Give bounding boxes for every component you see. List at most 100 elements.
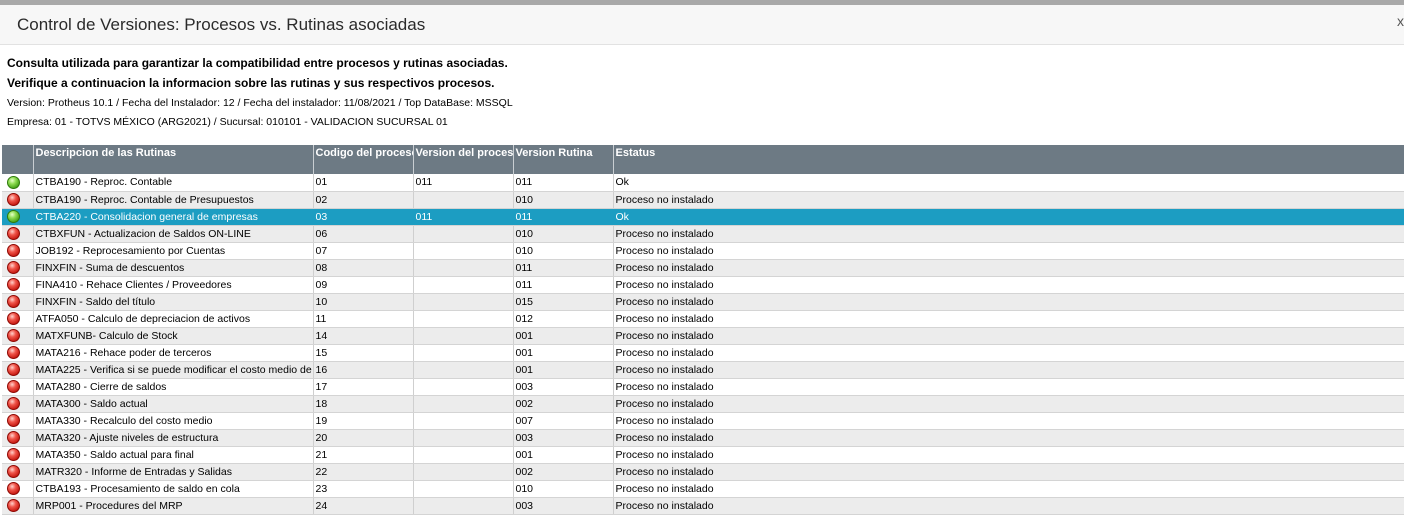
red-status-icon (7, 363, 20, 376)
cell-estatus: Proceso no instalado (613, 225, 1404, 243)
cell-descripcion: CTBA190 - Reproc. Contable de Presupuest… (33, 191, 314, 209)
cell-version-rutina: 001 (513, 344, 614, 362)
cell-codigo: 19 (313, 412, 414, 430)
red-status-icon (7, 414, 20, 427)
table-row[interactable]: CTBXFUN - Actualizacion de Saldos ON-LIN… (2, 225, 1404, 243)
close-icon[interactable]: x (1397, 14, 1404, 28)
table-row[interactable]: MRP001 - Procedures del MRP 24 003 Proceso … (2, 497, 1404, 515)
column-header-codigo[interactable]: Codigo del proceso (313, 145, 414, 174)
status-icon-cell (2, 242, 34, 260)
table-row[interactable]: MATA216 - Rehace poder de terceros 15 001 P… (2, 344, 1404, 362)
cell-version-rutina: 015 (513, 293, 614, 311)
red-status-icon (7, 227, 20, 240)
table-row[interactable]: MATXFUNB- Calculo de Stock 14 001 Proceso n… (2, 327, 1404, 345)
cell-version-proceso (413, 225, 514, 243)
routines-table: Descripcion de las Rutinas Codigo del pr… (2, 145, 1404, 515)
column-header-version-proceso[interactable]: Version del proceso (413, 145, 514, 174)
red-status-icon (7, 193, 20, 206)
status-icon-cell (2, 225, 34, 243)
table-row[interactable]: CTBA193 - Procesamiento de saldo en cola… (2, 480, 1404, 498)
cell-codigo: 24 (313, 497, 414, 515)
cell-descripcion: MATA330 - Recalculo del costo medio (33, 412, 314, 430)
red-status-icon (7, 244, 20, 257)
cell-estatus: Proceso no instalado (613, 327, 1404, 345)
cell-version-rutina: 001 (513, 361, 614, 379)
cell-estatus: Proceso no instalado (613, 344, 1404, 362)
table-body: CTBA190 - Reproc. Contable 01 011 011 Ok CTBA… (2, 174, 1404, 515)
cell-estatus: Proceso no instalado (613, 446, 1404, 464)
status-icon-cell (2, 276, 34, 294)
cell-codigo: 11 (313, 310, 414, 328)
cell-version-proceso: 011 (413, 174, 514, 192)
cell-version-rutina: 003 (513, 497, 614, 515)
red-status-icon (7, 312, 20, 325)
table-row[interactable]: ATFA050 - Calculo de depreciacion de act… (2, 310, 1404, 328)
table-row[interactable]: FINXFIN - Saldo del título 10 015 Proceso n… (2, 293, 1404, 311)
table-row[interactable]: MATA320 - Ajuste niveles de estructura 20… (2, 429, 1404, 447)
cell-version-rutina: 002 (513, 463, 614, 481)
info-description-1: Consulta utilizada para garantizar la co… (7, 56, 508, 70)
column-header-estatus[interactable]: Estatus (613, 145, 1404, 174)
table-row[interactable]: MATA225 - Verifica si se puede modificar… (2, 361, 1404, 379)
table-row[interactable]: MATA330 - Recalculo del costo medio 19 007… (2, 412, 1404, 430)
table-row[interactable]: MATA300 - Saldo actual 18 002 Proceso no in… (2, 395, 1404, 413)
status-icon-cell (2, 259, 34, 277)
cell-version-rutina: 010 (513, 480, 614, 498)
red-status-icon (7, 261, 20, 274)
cell-version-rutina: 011 (513, 208, 614, 226)
cell-version-proceso (413, 446, 514, 464)
column-header-icon[interactable] (2, 145, 34, 174)
cell-descripcion: FINA410 - Rehace Clientes / Proveedores (33, 276, 314, 294)
cell-codigo: 10 (313, 293, 414, 311)
table-row[interactable]: CTBA190 - Reproc. Contable de Presupuest… (2, 191, 1404, 209)
cell-version-proceso: 011 (413, 208, 514, 226)
cell-descripcion: MATA350 - Saldo actual para final (33, 446, 314, 464)
red-status-icon (7, 278, 20, 291)
cell-version-proceso (413, 480, 514, 498)
table-row[interactable]: MATA350 - Saldo actual para final 21 001 Pr… (2, 446, 1404, 464)
cell-codigo: 17 (313, 378, 414, 396)
cell-descripcion: MATXFUNB- Calculo de Stock (33, 327, 314, 345)
cell-codigo: 08 (313, 259, 414, 277)
cell-descripcion: CTBA220 - Consolidacion general de empre… (33, 208, 314, 226)
cell-codigo: 18 (313, 395, 414, 413)
column-header-descripcion[interactable]: Descripcion de las Rutinas (33, 145, 314, 174)
red-status-icon (7, 346, 20, 359)
table-row[interactable]: CTBA220 - Consolidacion general de empre… (2, 208, 1404, 226)
cell-estatus: Proceso no instalado (613, 259, 1404, 277)
cell-estatus: Proceso no instalado (613, 276, 1404, 294)
cell-descripcion: CTBA190 - Reproc. Contable (33, 174, 314, 192)
status-icon-cell (2, 208, 34, 226)
cell-descripcion: CTBXFUN - Actualizacion de Saldos ON-LIN… (33, 225, 314, 243)
table-row[interactable]: FINXFIN - Suma de descuentos 08 011 Proceso… (2, 259, 1404, 277)
table-row[interactable]: JOB192 - Reprocesamiento por Cuentas 07 01… (2, 242, 1404, 260)
cell-estatus: Proceso no instalado (613, 412, 1404, 430)
table-row[interactable]: CTBA190 - Reproc. Contable 01 011 011 Ok (2, 174, 1404, 192)
status-icon-cell (2, 191, 34, 209)
table-row[interactable]: MATR320 - Informe de Entradas y Salidas 2… (2, 463, 1404, 481)
cell-version-proceso (413, 344, 514, 362)
column-header-version-rutina[interactable]: Version Rutina (513, 145, 614, 174)
cell-codigo: 01 (313, 174, 414, 192)
cell-version-rutina: 007 (513, 412, 614, 430)
table-row[interactable]: MATA280 - Cierre de saldos 17 003 Proceso n… (2, 378, 1404, 396)
green-status-icon (7, 175, 20, 189)
red-status-icon (7, 482, 20, 495)
routines-grid[interactable]: Descripcion de las Rutinas Codigo del pr… (2, 145, 1404, 515)
cell-version-proceso (413, 293, 514, 311)
cell-version-proceso (413, 429, 514, 447)
cell-version-rutina: 002 (513, 395, 614, 413)
cell-version-proceso (413, 361, 514, 379)
cell-descripcion: MATA300 - Saldo actual (33, 395, 314, 413)
cell-estatus: Proceso no instalado (613, 497, 1404, 515)
red-status-icon (7, 465, 20, 478)
table-row[interactable]: FINA410 - Rehace Clientes / Proveedores 0… (2, 276, 1404, 294)
cell-codigo: 14 (313, 327, 414, 345)
red-status-icon (7, 499, 20, 512)
cell-version-proceso (413, 191, 514, 209)
status-icon-cell (2, 429, 34, 447)
cell-descripcion: MRP001 - Procedures del MRP (33, 497, 314, 515)
cell-descripcion: ATFA050 - Calculo de depreciacion de act… (33, 310, 314, 328)
red-status-icon (7, 397, 20, 410)
red-status-icon (7, 380, 20, 393)
